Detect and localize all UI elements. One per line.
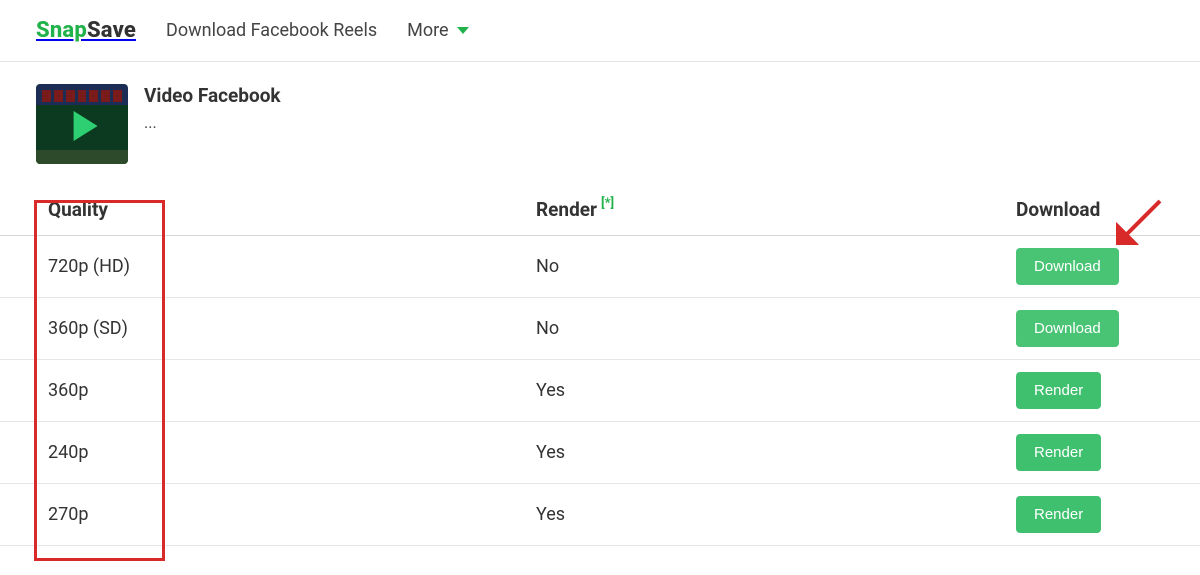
cell-quality: 360p (SD): [36, 318, 536, 339]
cell-action: Render: [1016, 372, 1164, 409]
chevron-down-icon: [457, 27, 469, 34]
table-row: 270pYesRender: [0, 484, 1200, 546]
cell-render: Yes: [536, 442, 1016, 463]
cell-action: Render: [1016, 434, 1164, 471]
cell-render: No: [536, 318, 1016, 339]
logo-text-green: Snap: [36, 18, 87, 43]
cell-render: Yes: [536, 504, 1016, 525]
nav-link-more-label: More: [407, 20, 448, 41]
video-subtitle: ...: [144, 113, 281, 132]
video-meta: Video Facebook ...: [144, 84, 281, 132]
col-header-download: Download: [1016, 198, 1100, 221]
render-button[interactable]: Render: [1016, 434, 1101, 471]
col-header-download-label: Download: [1016, 198, 1100, 221]
render-button[interactable]: Render: [1016, 372, 1101, 409]
cell-quality: 240p: [36, 442, 536, 463]
table-row: 240pYesRender: [0, 422, 1200, 484]
video-thumbnail[interactable]: [36, 84, 128, 164]
col-header-render: Render [*]: [536, 198, 1016, 221]
nav-link-more[interactable]: More: [407, 20, 468, 41]
cell-quality: 360p: [36, 380, 536, 401]
table-row: 720p (HD)NoDownload: [0, 236, 1200, 298]
header: SnapSave Download Facebook Reels More: [0, 0, 1200, 62]
cell-quality: 270p: [36, 504, 536, 525]
col-header-quality-label: Quality: [48, 198, 108, 221]
cell-render: Yes: [536, 380, 1016, 401]
download-table: Quality Render [*] Download 720p (HD)NoD…: [0, 184, 1200, 546]
download-button[interactable]: Download: [1016, 248, 1119, 285]
nav-link-reels-label: Download Facebook Reels: [166, 20, 377, 41]
table-row: 360p (SD)NoDownload: [0, 298, 1200, 360]
cell-action: Download: [1016, 248, 1164, 285]
video-title: Video Facebook: [144, 84, 281, 107]
cell-action: Download: [1016, 310, 1164, 347]
table-header-row: Quality Render [*] Download: [0, 184, 1200, 236]
logo-text-dark: Save: [87, 18, 136, 43]
video-info: Video Facebook ...: [0, 62, 1200, 174]
table-body: 720p (HD)NoDownload360p (SD)NoDownload36…: [0, 236, 1200, 546]
cell-action: Render: [1016, 496, 1164, 533]
render-footnote-icon[interactable]: [*]: [601, 196, 614, 211]
logo[interactable]: SnapSave: [36, 18, 136, 43]
col-header-render-label: Render: [536, 198, 597, 221]
download-button[interactable]: Download: [1016, 310, 1119, 347]
nav-link-reels[interactable]: Download Facebook Reels: [166, 20, 377, 41]
cell-render: No: [536, 256, 1016, 277]
render-button[interactable]: Render: [1016, 496, 1101, 533]
col-header-quality: Quality: [36, 198, 536, 221]
cell-quality: 720p (HD): [36, 256, 536, 277]
table-row: 360pYesRender: [0, 360, 1200, 422]
